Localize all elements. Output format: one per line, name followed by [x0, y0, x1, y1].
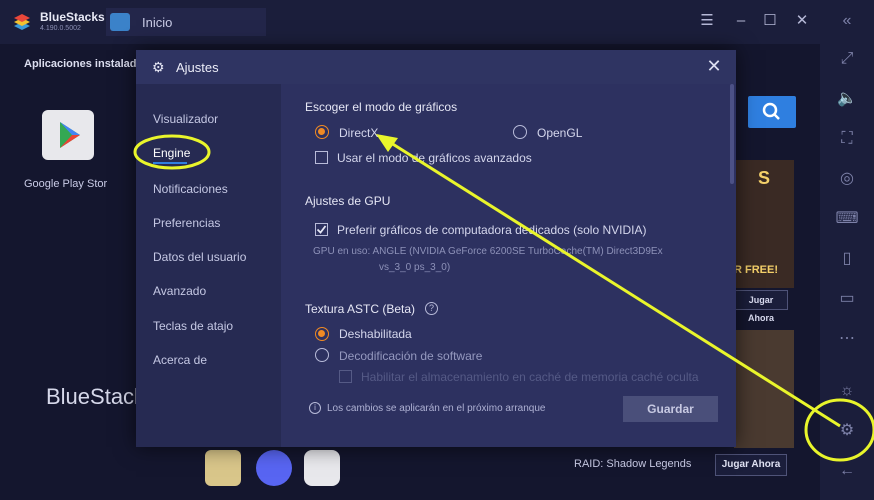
google-play-icon[interactable]	[42, 110, 94, 160]
graphics-mode-heading: Escoger el modo de gráficos	[305, 100, 458, 114]
checkbox-advanced-graphics[interactable]	[315, 151, 328, 164]
nav-item-datos-usuario[interactable]: Datos del usuario	[153, 250, 246, 264]
google-play-label[interactable]: Google Play Stor	[24, 178, 107, 190]
tab-home[interactable]: Inicio	[106, 8, 266, 36]
content-scrollbar[interactable]	[730, 84, 734, 184]
nav-item-avanzado[interactable]: Avanzado	[153, 284, 206, 298]
nav-item-preferencias[interactable]: Preferencias	[153, 216, 220, 230]
volume-icon[interactable]: 🔈	[834, 88, 860, 110]
close-icon[interactable]: ✕	[704, 56, 724, 76]
checkbox-dedicated-gpu[interactable]	[315, 223, 328, 236]
gpu-settings-heading: Ajustes de GPU	[305, 194, 391, 208]
gpu-in-use-line-1: GPU en uso: ANGLE (NVIDIA GeForce 6200SE…	[313, 246, 663, 257]
nav-item-teclas-atajo[interactable]: Teclas de atajo	[153, 319, 233, 333]
astc-heading: Textura ASTC (Beta)	[305, 302, 416, 316]
help-icon[interactable]: ?	[425, 302, 438, 315]
astc-cache-label: Habilitar el almacenamiento en caché de …	[361, 370, 699, 384]
search-button[interactable]	[748, 96, 796, 128]
radio-astc-software[interactable]	[315, 348, 329, 362]
promo-banner-2[interactable]	[734, 330, 794, 448]
minimize-icon[interactable]: –	[731, 12, 751, 30]
raid-label: RAID: Shadow Legends	[574, 458, 692, 470]
nav-active-indicator	[153, 162, 187, 164]
settings-dialog: ⚙ Ajustes ✕ Visualizador Engine Notifica…	[136, 50, 736, 447]
collapse-sidebar-icon[interactable]: «	[834, 10, 860, 32]
save-button[interactable]: Guardar	[623, 396, 718, 422]
title-bar: BlueStacks 4.190.0.5002 Inicio ☰ – ☐ ✕	[0, 0, 820, 44]
promo-free-text: R FREE!	[734, 264, 778, 276]
play-now-button-raid[interactable]: Jugar Ahora	[715, 454, 787, 476]
fullscreen-icon[interactable]: ⤢	[834, 48, 860, 70]
location-icon[interactable]: ◎	[834, 168, 860, 190]
radio-opengl[interactable]	[513, 125, 527, 139]
discord-icon[interactable]	[256, 450, 292, 486]
maximize-icon[interactable]: ☐	[760, 12, 780, 30]
gear-icon: ⚙	[152, 59, 165, 75]
close-window-icon[interactable]: ✕	[792, 12, 812, 30]
opengl-label: OpenGL	[537, 126, 583, 140]
radio-directx[interactable]	[315, 125, 329, 139]
dialog-title: Ajustes	[176, 60, 219, 75]
dedicated-gpu-label: Preferir gráficos de computadora dedicad…	[337, 223, 647, 237]
dialog-footer: i Los cambios se aplicarán en el próximo…	[281, 390, 730, 440]
macro-icon[interactable]: ▭	[834, 288, 860, 310]
promo-banner-1[interactable]: S R FREE!	[734, 160, 794, 288]
nav-item-notificaciones[interactable]: Notificaciones	[153, 182, 228, 196]
nav-item-acerca-de[interactable]: Acerca de	[153, 353, 207, 367]
back-arrow-icon[interactable]: ←	[834, 460, 860, 482]
menu-icon[interactable]: ☰	[697, 12, 717, 30]
settings-gear-icon[interactable]: ⚙	[834, 420, 860, 442]
version-label: 4.190.0.5002	[40, 25, 81, 32]
app-icon-3[interactable]	[304, 450, 340, 486]
search-icon	[762, 102, 780, 120]
settings-nav: Visualizador Engine Notificaciones Prefe…	[136, 84, 281, 447]
info-icon: i	[309, 402, 321, 414]
astc-software-label: Decodificación de software	[339, 349, 483, 363]
checkmark-icon	[316, 225, 327, 234]
tab-home-label: Inicio	[142, 15, 173, 30]
directx-label: DirectX	[339, 126, 379, 140]
gpu-in-use-text: GPU en uso: ANGLE (NVIDIA GeForce 6200SE…	[313, 244, 713, 276]
play-now-button-1[interactable]: Jugar Ahora	[734, 290, 788, 323]
play-triangle-icon	[60, 122, 80, 148]
home-icon	[110, 13, 130, 31]
bluestacks-window: BlueStacks 4.190.0.5002 Inicio ☰ – ☐ ✕ «…	[0, 0, 874, 500]
brand-name: BlueStacks	[40, 10, 105, 24]
brightness-icon[interactable]: ☼	[834, 380, 860, 402]
nav-item-engine[interactable]: Engine	[153, 146, 190, 160]
dialog-header: ⚙ Ajustes ✕	[136, 50, 736, 84]
nav-item-visualizador[interactable]: Visualizador	[153, 112, 218, 126]
restart-note: Los cambios se aplicarán en el próximo a…	[327, 403, 546, 414]
more-icon[interactable]: ⋯	[834, 328, 860, 350]
astc-disabled-label: Deshabilitada	[339, 327, 412, 341]
radio-astc-disabled[interactable]	[315, 327, 329, 341]
right-toolbar: « ⤢ 🔈 ⛶ ◎ ⌨ ▯ ▭ ⋯ ☼ ⚙ ←	[820, 0, 874, 500]
advanced-graphics-label: Usar el modo de gráficos avanzados	[337, 151, 532, 165]
checkbox-astc-cache[interactable]	[339, 370, 352, 383]
promo-text: S	[758, 168, 771, 188]
bluestacks-logo-icon	[14, 14, 30, 30]
app-icon-1[interactable]	[205, 450, 241, 486]
gpu-in-use-line-2: vs_3_0 ps_3_0)	[379, 262, 451, 273]
screenshot-icon[interactable]: ⛶	[834, 128, 860, 150]
shake-icon[interactable]: ▯	[834, 248, 860, 270]
installed-apps-title: Aplicaciones instaladas	[24, 58, 149, 70]
keyboard-icon[interactable]: ⌨	[834, 208, 860, 230]
